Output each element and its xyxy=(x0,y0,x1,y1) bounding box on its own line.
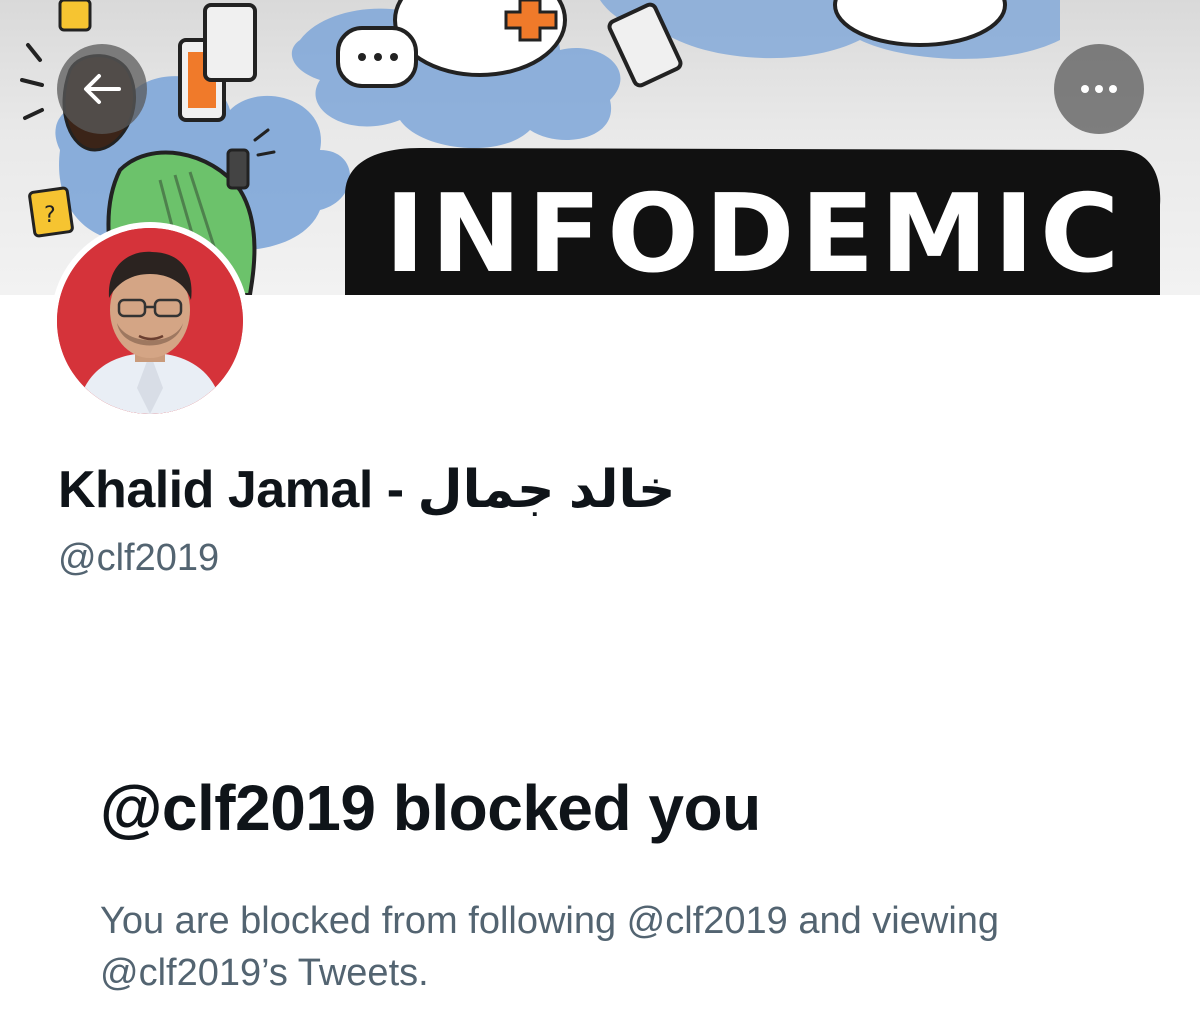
arrow-left-icon xyxy=(83,73,121,105)
avatar[interactable] xyxy=(51,222,249,420)
banner-infodemic-text: INFODEMIC xyxy=(384,172,1126,295)
blocked-title: @clf2019 blocked you xyxy=(100,772,761,844)
more-options-button[interactable] xyxy=(1054,44,1144,134)
display-name: Khalid Jamal - خالد جمال xyxy=(58,461,676,519)
profile-page: ? INFODEMIC Khalid Jamal - خالد جمال @cl… xyxy=(0,0,1200,1035)
svg-text:?: ? xyxy=(44,203,56,228)
blocked-description: You are blocked from following @clf2019 … xyxy=(100,900,1000,994)
avatar-photo xyxy=(57,228,243,414)
more-horizontal-icon xyxy=(1080,84,1118,94)
username-handle: @clf2019 xyxy=(58,537,220,579)
back-button[interactable] xyxy=(57,44,147,134)
